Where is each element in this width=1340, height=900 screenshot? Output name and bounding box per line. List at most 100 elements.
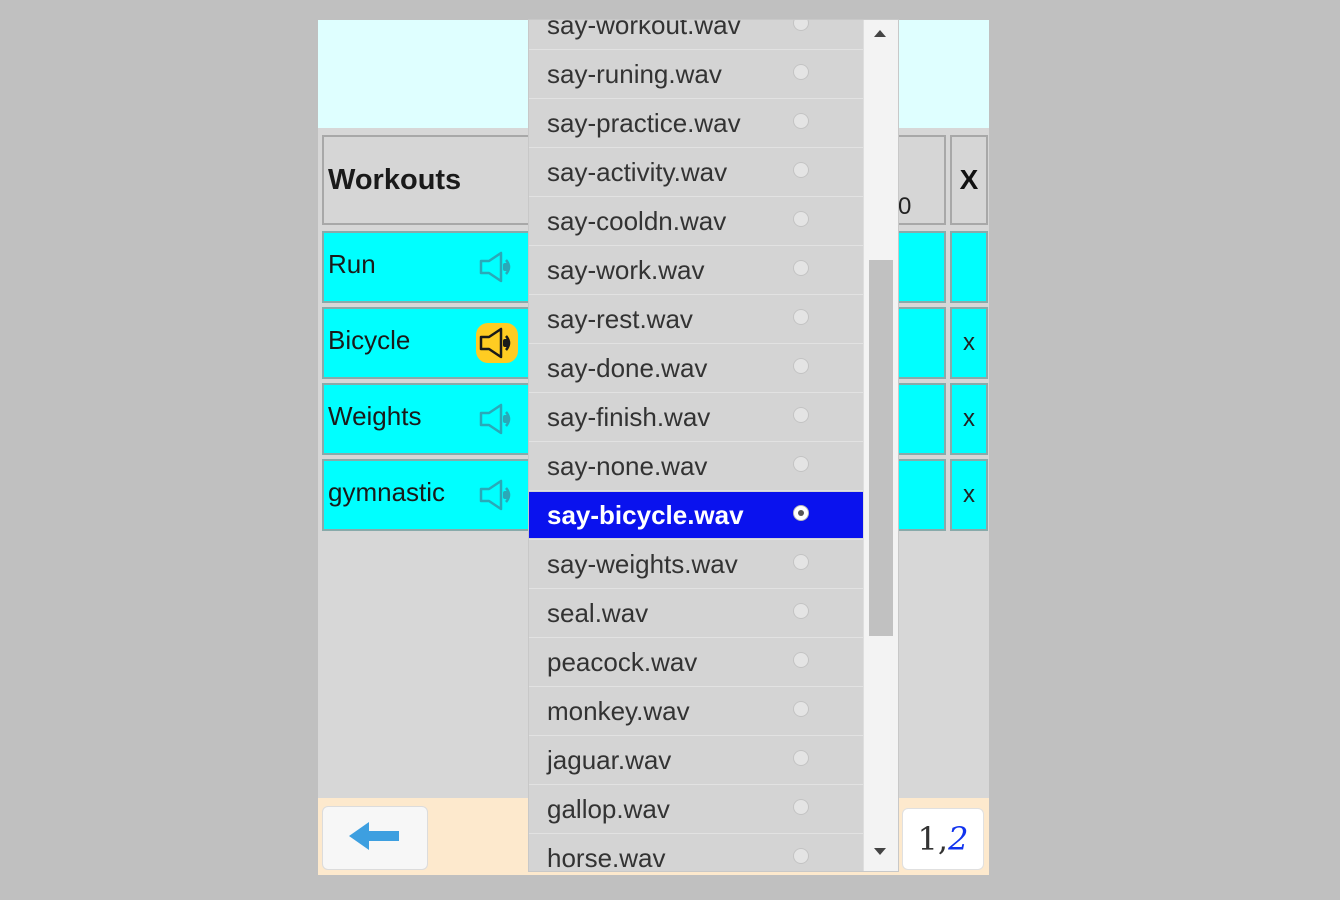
radio-icon[interactable] bbox=[793, 162, 809, 178]
sound-option-label: say-activity.wav bbox=[547, 157, 728, 187]
workout-row-mid-cell[interactable] bbox=[896, 383, 946, 455]
workout-name[interactable]: gymnastic bbox=[328, 477, 445, 508]
sound-option[interactable]: say-workout.wav bbox=[529, 20, 863, 48]
workout-row[interactable]: Bicycle bbox=[322, 307, 532, 379]
sound-option[interactable]: say-practice.wav bbox=[529, 100, 863, 146]
radio-icon[interactable] bbox=[793, 358, 809, 374]
sound-option-label: say-runing.wav bbox=[547, 59, 722, 89]
option-divider bbox=[529, 294, 863, 295]
sound-option[interactable]: say-runing.wav bbox=[529, 51, 863, 97]
workout-name[interactable]: Bicycle bbox=[328, 325, 410, 356]
option-divider bbox=[529, 392, 863, 393]
sound-option[interactable]: say-done.wav bbox=[529, 345, 863, 391]
radio-icon[interactable] bbox=[793, 260, 809, 276]
delete-column-header: X bbox=[950, 135, 988, 225]
workout-row-mid-cell[interactable] bbox=[896, 307, 946, 379]
sound-option[interactable]: horse.wav bbox=[529, 835, 863, 871]
radio-icon[interactable] bbox=[793, 603, 809, 619]
radio-icon[interactable] bbox=[793, 20, 809, 31]
sound-option-label: say-finish.wav bbox=[547, 402, 711, 432]
workout-row[interactable]: gymnastic bbox=[322, 459, 532, 531]
radio-icon[interactable] bbox=[793, 64, 809, 80]
sound-dropdown-list[interactable]: say-workout.wav say-runing.wav say-pract… bbox=[529, 20, 898, 871]
sound-option-label: monkey.wav bbox=[547, 696, 690, 726]
workout-row-mid-cell[interactable] bbox=[896, 231, 946, 303]
radio-icon[interactable] bbox=[793, 701, 809, 717]
workout-name[interactable]: Weights bbox=[328, 401, 421, 432]
scrollbar-thumb[interactable] bbox=[869, 260, 893, 636]
sound-option-label: say-weights.wav bbox=[547, 549, 738, 579]
option-divider bbox=[529, 147, 863, 148]
sound-option[interactable]: say-finish.wav bbox=[529, 394, 863, 440]
option-divider bbox=[529, 784, 863, 785]
sound-option-label: say-practice.wav bbox=[547, 108, 741, 138]
speaker-icon[interactable] bbox=[476, 247, 518, 287]
sound-option-label: jaguar.wav bbox=[547, 745, 672, 775]
sound-option[interactable]: say-bicycle.wav bbox=[529, 492, 863, 538]
sound-option[interactable]: jaguar.wav bbox=[529, 737, 863, 783]
sound-option[interactable]: seal.wav bbox=[529, 590, 863, 636]
sound-option[interactable]: say-cooldn.wav bbox=[529, 198, 863, 244]
workout-name[interactable]: Run bbox=[328, 249, 376, 280]
page-number-2[interactable]: 2 bbox=[948, 820, 968, 858]
radio-icon[interactable] bbox=[793, 554, 809, 570]
sound-option-label: say-bicycle.wav bbox=[547, 500, 744, 530]
sound-option[interactable]: say-weights.wav bbox=[529, 541, 863, 587]
option-divider bbox=[529, 343, 863, 344]
dropdown-scrollbar[interactable] bbox=[863, 20, 898, 871]
radio-icon[interactable] bbox=[793, 848, 809, 864]
option-divider bbox=[529, 98, 863, 99]
radio-icon[interactable] bbox=[793, 113, 809, 129]
option-divider bbox=[529, 539, 863, 540]
sound-option-label: peacock.wav bbox=[547, 647, 698, 677]
radio-icon[interactable] bbox=[793, 750, 809, 766]
sound-option-label: gallop.wav bbox=[547, 794, 670, 824]
option-divider bbox=[529, 441, 863, 442]
radio-icon[interactable] bbox=[793, 652, 809, 668]
sound-option[interactable]: say-work.wav bbox=[529, 247, 863, 293]
option-divider bbox=[529, 49, 863, 50]
speaker-icon[interactable] bbox=[476, 475, 518, 515]
sound-option[interactable]: gallop.wav bbox=[529, 786, 863, 832]
page-indicator[interactable]: 1,2 bbox=[902, 808, 984, 870]
workout-row-mid-cell[interactable] bbox=[896, 459, 946, 531]
arrow-left-icon bbox=[349, 820, 401, 857]
sound-option-label: seal.wav bbox=[547, 598, 649, 628]
header-cell-mid: 0 bbox=[896, 135, 946, 225]
radio-icon[interactable] bbox=[793, 309, 809, 325]
sound-option-label: say-workout.wav bbox=[547, 20, 741, 40]
sound-option-label: say-work.wav bbox=[547, 255, 705, 285]
back-button[interactable] bbox=[322, 806, 428, 870]
scroll-down-arrow-icon[interactable] bbox=[874, 848, 886, 855]
speaker-icon[interactable] bbox=[476, 399, 518, 439]
speaker-icon[interactable] bbox=[476, 323, 518, 363]
option-divider bbox=[529, 490, 863, 491]
workout-row[interactable]: Weights bbox=[322, 383, 532, 455]
option-divider bbox=[529, 637, 863, 638]
sound-option-label: say-done.wav bbox=[547, 353, 708, 383]
sound-option[interactable]: say-none.wav bbox=[529, 443, 863, 489]
delete-workout-button[interactable]: x bbox=[950, 459, 988, 531]
sound-option[interactable]: say-rest.wav bbox=[529, 296, 863, 342]
sound-option[interactable]: say-activity.wav bbox=[529, 149, 863, 195]
header-mid-text: 0 bbox=[898, 193, 912, 220]
page-number-1[interactable]: 1 bbox=[918, 820, 938, 858]
sound-option[interactable]: monkey.wav bbox=[529, 688, 863, 734]
delete-workout-button[interactable]: x bbox=[950, 383, 988, 455]
option-divider bbox=[529, 833, 863, 834]
delete-workout-button[interactable] bbox=[950, 231, 988, 303]
radio-icon[interactable] bbox=[793, 407, 809, 423]
workout-row[interactable]: Run bbox=[322, 231, 532, 303]
radio-icon[interactable] bbox=[793, 211, 809, 227]
option-divider bbox=[529, 245, 863, 246]
page-separator: , bbox=[937, 820, 949, 858]
scroll-up-arrow-icon[interactable] bbox=[874, 30, 886, 37]
option-divider bbox=[529, 588, 863, 589]
sound-option-label: say-rest.wav bbox=[547, 304, 693, 334]
sound-option[interactable]: peacock.wav bbox=[529, 639, 863, 685]
radio-icon[interactable] bbox=[793, 799, 809, 815]
delete-workout-button[interactable]: x bbox=[950, 307, 988, 379]
workouts-header-label: Workouts bbox=[328, 163, 462, 196]
radio-icon[interactable] bbox=[793, 505, 809, 521]
radio-icon[interactable] bbox=[793, 456, 809, 472]
